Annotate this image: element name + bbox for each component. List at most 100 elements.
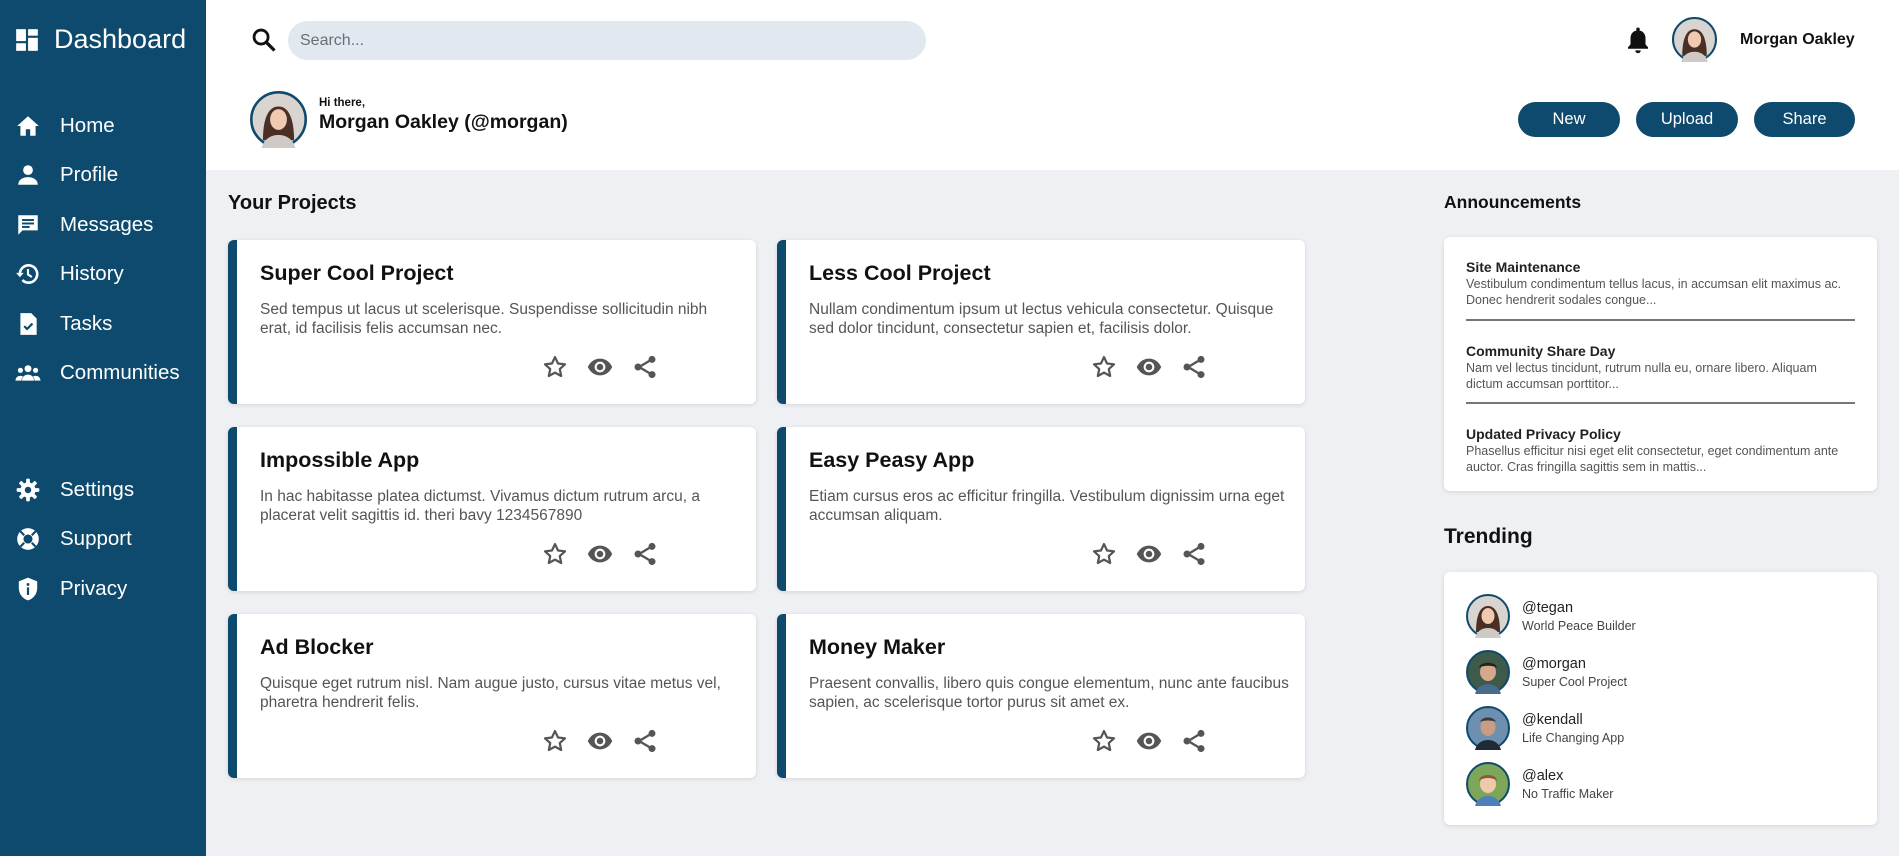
sidebar-item-privacy[interactable]: Privacy [0, 564, 206, 614]
star-icon[interactable] [1090, 727, 1118, 755]
sidebar-item-history[interactable]: History [0, 250, 206, 300]
avatar [1466, 594, 1510, 638]
sidebar-item-label: History [60, 262, 124, 286]
project-card[interactable]: Super Cool Project Sed tempus ut lacus u… [228, 240, 756, 404]
eye-icon[interactable] [1135, 540, 1163, 568]
share-icon[interactable] [631, 727, 659, 755]
history-icon [16, 264, 39, 285]
trending-project: No Traffic Maker [1522, 786, 1614, 801]
share-icon[interactable] [1180, 540, 1208, 568]
trending-item[interactable]: @kendall Life Changing App [1466, 706, 1624, 750]
project-card[interactable]: Ad Blocker Quisque eget rutrum nisl. Nam… [228, 614, 756, 778]
sidebar-item-label: Messages [60, 212, 154, 236]
avatar [1466, 762, 1510, 806]
eye-icon[interactable] [586, 540, 614, 568]
eye-icon[interactable] [586, 727, 614, 755]
card-actions [541, 540, 676, 568]
search-input[interactable] [288, 21, 926, 60]
lifebuoy-icon [17, 528, 39, 551]
star-icon[interactable] [541, 353, 569, 381]
section-title-projects: Your Projects [228, 192, 357, 214]
project-card[interactable]: Easy Peasy App Etiam cursus eros ac effi… [777, 427, 1305, 591]
sidebar-item-label: Settings [60, 477, 135, 501]
shield-icon [18, 577, 38, 601]
announcement-title: Community Share Day [1466, 343, 1616, 359]
trending-item[interactable]: @morgan Super Cool Project [1466, 650, 1627, 694]
new-button[interactable]: New [1518, 102, 1620, 137]
sidebar-nav: Home Profile Messages History Tasks Comm… [0, 101, 206, 398]
project-title: Ad Blocker [260, 635, 374, 659]
sidebar: Dashboard Home Profile Messages History … [0, 0, 206, 856]
star-icon[interactable] [1090, 540, 1118, 568]
avatar[interactable] [1672, 17, 1717, 62]
trending-item[interactable]: @alex No Traffic Maker [1466, 762, 1613, 806]
card-actions [1090, 353, 1225, 381]
project-description: Praesent convallis, libero quis congue e… [809, 675, 1289, 711]
share-icon[interactable] [1180, 727, 1208, 755]
brand[interactable]: Dashboard [14, 24, 186, 55]
gear-icon [16, 478, 40, 502]
profile-name: Morgan Oakley (@morgan) [319, 111, 568, 133]
sidebar-item-messages[interactable]: Messages [0, 200, 206, 250]
star-icon[interactable] [541, 727, 569, 755]
project-title: Easy Peasy App [809, 448, 975, 472]
trending-handle: @morgan [1522, 655, 1586, 672]
divider [1466, 319, 1855, 321]
search-icon[interactable] [250, 26, 278, 54]
card-actions [1090, 540, 1225, 568]
sidebar-item-tasks[interactable]: Tasks [0, 299, 206, 349]
project-title: Super Cool Project [260, 261, 454, 285]
bell-icon[interactable] [1623, 26, 1653, 56]
brand-title: Dashboard [54, 24, 187, 54]
announcement-title: Updated Privacy Policy [1466, 426, 1621, 442]
project-description: Quisque eget rutrum nisl. Nam augue just… [260, 675, 721, 711]
profile-avatar [250, 91, 307, 148]
trending-item[interactable]: @tegan World Peace Builder [1466, 594, 1636, 638]
announcements-panel: Site Maintenance Vestibulum condimentum … [1444, 237, 1877, 491]
avatar [1466, 650, 1510, 694]
person-icon [18, 165, 38, 185]
announcement-text: Vestibulum condimentum tellus lacus, in … [1466, 277, 1842, 307]
greeting: Hi there, [319, 97, 366, 109]
share-button[interactable]: Share [1754, 102, 1855, 137]
star-icon[interactable] [541, 540, 569, 568]
project-card[interactable]: Money Maker Praesent convallis, libero q… [777, 614, 1305, 778]
trending-project: World Peace Builder [1522, 618, 1636, 633]
share-icon[interactable] [631, 540, 659, 568]
sidebar-item-label: Privacy [60, 576, 128, 600]
eye-icon[interactable] [586, 353, 614, 381]
section-title-announcements: Announcements [1444, 192, 1582, 212]
upload-button[interactable]: Upload [1636, 102, 1738, 137]
sidebar-item-communities[interactable]: Communities [0, 349, 206, 399]
announcement-item[interactable]: Community Share Day Nam vel lectus tinci… [1466, 343, 1855, 392]
project-description: In hac habitasse platea dictumst. Vivamu… [260, 488, 700, 524]
share-icon[interactable] [631, 353, 659, 381]
chat-icon [18, 215, 38, 235]
task-icon [20, 312, 37, 335]
user-name: Morgan Oakley [1740, 31, 1855, 48]
sidebar-item-label: Profile [60, 163, 119, 187]
project-card[interactable]: Impossible App In hac habitasse platea d… [228, 427, 756, 591]
announcement-item[interactable]: Updated Privacy Policy Phasellus efficit… [1466, 426, 1855, 475]
trending-project: Super Cool Project [1522, 674, 1627, 689]
sidebar-item-label: Communities [60, 361, 180, 385]
announcement-title: Site Maintenance [1466, 259, 1581, 275]
sidebar-item-support[interactable]: Support [0, 515, 206, 565]
announcement-item[interactable]: Site Maintenance Vestibulum condimentum … [1466, 259, 1855, 308]
sidebar-item-label: Support [60, 527, 132, 551]
trending-handle: @alex [1522, 767, 1564, 784]
project-description: Nullam condimentum ipsum ut lectus vehic… [809, 301, 1274, 337]
eye-icon[interactable] [1135, 353, 1163, 381]
project-description: Sed tempus ut lacus ut scelerisque. Susp… [260, 301, 708, 337]
project-card[interactable]: Less Cool Project Nullam condimentum ips… [777, 240, 1305, 404]
share-icon[interactable] [1180, 353, 1208, 381]
avatar [1466, 706, 1510, 750]
sidebar-item-settings[interactable]: Settings [0, 465, 206, 515]
sidebar-item-profile[interactable]: Profile [0, 151, 206, 201]
project-title: Less Cool Project [809, 261, 991, 285]
section-title-trending: Trending [1444, 525, 1533, 548]
eye-icon[interactable] [1135, 727, 1163, 755]
star-icon[interactable] [1090, 353, 1118, 381]
announcement-text: Nam vel lectus tincidunt, rutrum nulla e… [1466, 361, 1817, 391]
sidebar-item-home[interactable]: Home [0, 101, 206, 151]
